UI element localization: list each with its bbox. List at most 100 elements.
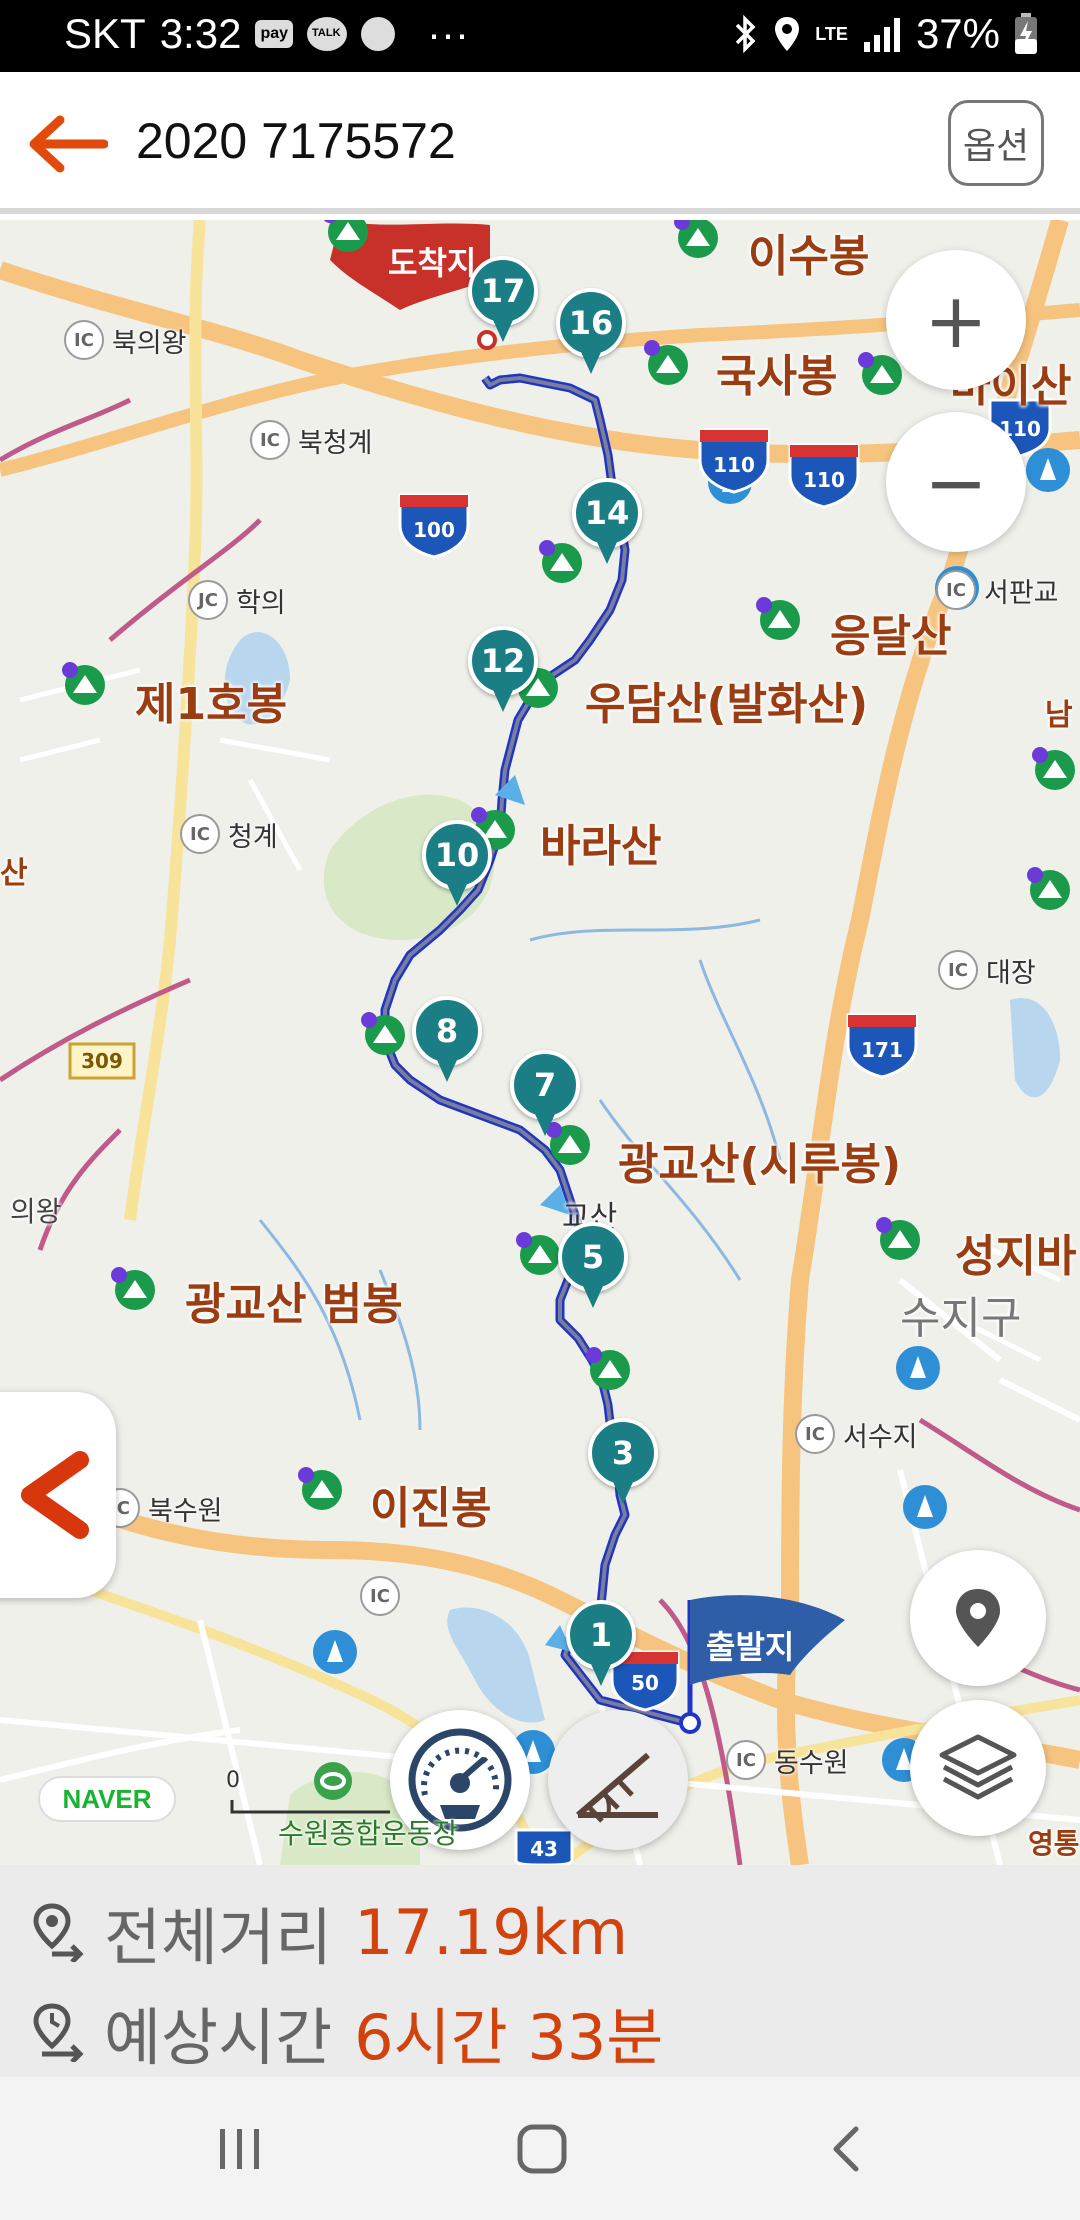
- start-point: [679, 1712, 701, 1734]
- marker-pin: [583, 1286, 603, 1308]
- interchange-bukuiwang: IC 북의왕: [64, 320, 187, 360]
- peak-label-guksabong: 국사봉: [716, 351, 838, 402]
- marker-pin: [613, 1482, 633, 1504]
- network-type: LTE: [815, 24, 848, 44]
- battery-charging-icon: [1015, 13, 1037, 54]
- marker-pin: [493, 320, 513, 342]
- peak-label-barasan: 바라산: [540, 821, 662, 872]
- naver-logo: NAVER: [38, 1776, 176, 1822]
- road-309: 309: [81, 1049, 123, 1073]
- peak-label-edge-left: 산: [0, 856, 28, 891]
- elevation-profile-button[interactable]: [548, 1710, 688, 1850]
- route-marker-1[interactable]: 1: [566, 1600, 636, 1695]
- pay-notification-icon: pay: [255, 20, 294, 48]
- route-marker-5[interactable]: 5: [558, 1222, 628, 1317]
- app-bar: 2020 7175572 옵션: [0, 72, 1080, 214]
- start-label: 출발지: [706, 1628, 795, 1666]
- stadium-icon: [314, 1762, 352, 1800]
- back-arrow-icon[interactable]: [24, 114, 108, 174]
- peak-label-ijinbong: 이진봉: [370, 1483, 492, 1534]
- route-marker-17[interactable]: 17: [468, 256, 538, 351]
- district-label-suji: 수지구: [900, 1293, 1022, 1344]
- zoom-in-button[interactable]: +: [886, 250, 1026, 390]
- marker-pin: [493, 690, 513, 712]
- peak-label-beombong: 광교산 범봉: [185, 1279, 403, 1330]
- battery-percent: 37%: [915, 10, 1000, 57]
- zoom-out-button[interactable]: −: [886, 412, 1026, 552]
- road-100: 100: [413, 518, 455, 542]
- recent-apps-icon[interactable]: [216, 2125, 264, 2173]
- location-pin-icon: [956, 1589, 1000, 1647]
- peak-label-gwanggyosan: 광교산(시루봉): [618, 1139, 902, 1190]
- marker-pin: [437, 1060, 457, 1082]
- end-label: 도착지: [388, 244, 477, 282]
- road-43: 43: [530, 1837, 558, 1861]
- marker-pin: [591, 1664, 611, 1686]
- interchange-dongsuwon: IC 동수원: [726, 1740, 849, 1780]
- peak-label-udamsan: 우담산(발화산): [585, 679, 869, 730]
- road-171: 171: [861, 1038, 903, 1062]
- my-location-button[interactable]: [910, 1550, 1046, 1686]
- route-marker-12[interactable]: 12: [468, 626, 538, 721]
- scale-zero-label: 0: [226, 1768, 240, 1793]
- layers-icon: [939, 1734, 1017, 1800]
- route-marker-8[interactable]: 8: [412, 996, 482, 1091]
- peak-label-seongjibong: 성지바: [955, 1231, 1077, 1282]
- route-marker-10[interactable]: 10: [422, 820, 492, 915]
- location-icon: [775, 17, 800, 51]
- time-label: 예상시간: [104, 2001, 333, 2074]
- chat-notification-icon: [361, 17, 396, 51]
- marker-pin: [447, 884, 467, 906]
- peak-label-edge-right: 남: [1045, 698, 1073, 733]
- route-summary-panel: 전체거리 17.19km 예상시간 6시간 33분: [0, 1865, 1080, 2077]
- options-button[interactable]: 옵션: [948, 100, 1044, 186]
- road-110-b: 110: [803, 468, 845, 492]
- map-view[interactable]: 110 110 110 100 171 50 43 309 이수봉 국사봉 바이…: [0, 220, 1080, 1865]
- route-distance-icon: [33, 1903, 84, 1962]
- interchange-daejang: IC 대장: [938, 950, 1036, 990]
- route-marker-16[interactable]: 16: [556, 288, 626, 383]
- lake: [1010, 998, 1060, 1098]
- bluetooth-icon: [736, 14, 756, 54]
- interchange-bukcheonggye: IC 북청계: [250, 420, 373, 460]
- interchange-cheonggye: IC 청계: [180, 814, 278, 854]
- system-nav-bar: [0, 2077, 1080, 2220]
- interchange-buksuwon: IC 북수원: [100, 1488, 223, 1528]
- district-label-uiwang: 의왕: [10, 1195, 62, 1228]
- map-layers-button[interactable]: [910, 1700, 1046, 1836]
- peak-label-isubong: 이수봉: [748, 231, 870, 282]
- time-value: 6시간 33분: [354, 2001, 664, 2074]
- nav-back-icon[interactable]: [822, 2123, 872, 2175]
- estimated-time-icon: [33, 2003, 84, 2062]
- poi-stadium-label: 수원종합운동장: [278, 1817, 459, 1850]
- interchange-unnamed: IC: [360, 1576, 400, 1616]
- marker-pin: [535, 1114, 555, 1136]
- elevation-slope-icon: [576, 1752, 658, 1823]
- status-right: LTE 37%: [733, 10, 1038, 58]
- page-title: 2020 7175572: [136, 113, 456, 169]
- more-notifications-icon: ···: [427, 10, 469, 57]
- lake: [447, 1607, 545, 1723]
- status-left: SKT 3:32 pay TALK ···: [64, 10, 469, 58]
- route-marker-3[interactable]: 3: [588, 1418, 658, 1513]
- talk-badge-text: TALK: [312, 27, 341, 39]
- signal-icon: [863, 18, 900, 52]
- side-panel-toggle-button[interactable]: [0, 1392, 116, 1598]
- clock-text: 3:32: [159, 10, 242, 57]
- time-row: 예상시간 6시간 33분: [32, 1987, 663, 2077]
- route-marker-14[interactable]: 14: [572, 478, 642, 573]
- junction-hakui: JC 학의: [188, 580, 286, 620]
- distance-value: 17.19km: [354, 1895, 628, 1969]
- home-icon[interactable]: [516, 2123, 568, 2175]
- status-bar: SKT 3:32 pay TALK ··· LTE 37%: [0, 0, 1080, 72]
- distance-label: 전체거리: [104, 1901, 333, 1974]
- route-marker-7[interactable]: 7: [510, 1050, 580, 1145]
- distance-row: 전체거리 17.19km: [32, 1887, 628, 1977]
- peak-label-eungdalsan: 응달산: [830, 611, 952, 662]
- interchange-seopangyo: IC 서판교: [936, 570, 1059, 610]
- peak-label-je1hobong: 제1호봉: [135, 679, 288, 730]
- road-110-a: 110: [713, 453, 755, 477]
- chevron-left-icon: [21, 1451, 89, 1539]
- talk-notification-icon: TALK: [307, 17, 348, 51]
- district-label-yeongtong: 영통: [1028, 1827, 1080, 1860]
